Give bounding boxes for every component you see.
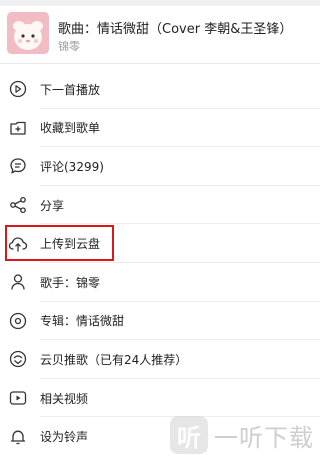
recommend-icon bbox=[8, 349, 28, 369]
menu-item-share[interactable]: 分享 bbox=[0, 186, 320, 225]
menu-item-label: 评论(3299) bbox=[40, 159, 104, 174]
album-icon bbox=[8, 311, 28, 331]
bell-icon bbox=[8, 427, 28, 447]
menu-item-label: 专辑：情话微甜 bbox=[40, 314, 125, 329]
menu-item-play-next[interactable]: 下一首播放 bbox=[0, 70, 320, 109]
watermark-text: 一听下载 bbox=[214, 423, 314, 452]
menu-item-recommend[interactable]: 云贝推歌（已有24人推荐） bbox=[0, 340, 320, 379]
play-next-icon bbox=[8, 79, 28, 99]
menu-item-label: 相关视频 bbox=[40, 391, 89, 406]
album-cover bbox=[7, 12, 49, 54]
menu-item-label: 下一首播放 bbox=[40, 82, 101, 97]
song-title: 歌曲：情话微甜（Cover 李朝&王圣锋） bbox=[58, 22, 293, 37]
share-icon bbox=[8, 195, 28, 215]
song-artist: 锦零 bbox=[58, 40, 80, 53]
comment-icon bbox=[8, 156, 28, 176]
song-options-menu: 下一首播放 收藏到歌单 评论(3299) 分享 上传到云盘 歌手：锦零 专辑：情… bbox=[0, 70, 320, 456]
highlight-annotation-box bbox=[5, 225, 114, 261]
video-icon bbox=[8, 388, 28, 408]
menu-item-label: 设为铃声 bbox=[40, 430, 89, 445]
menu-item-comments[interactable]: 评论(3299) bbox=[0, 147, 320, 186]
add-to-playlist-icon bbox=[8, 118, 28, 138]
menu-item-label: 歌手：锦零 bbox=[40, 275, 101, 290]
menu-item-add-to-playlist[interactable]: 收藏到歌单 bbox=[0, 109, 320, 148]
menu-item-album[interactable]: 专辑：情话微甜 bbox=[0, 302, 320, 341]
menu-item-label: 分享 bbox=[40, 198, 65, 213]
menu-item-label: 收藏到歌单 bbox=[40, 121, 101, 136]
menu-item-label: 云贝推歌（已有24人推荐） bbox=[40, 352, 188, 367]
watermark: 听 一听下载 bbox=[170, 412, 320, 458]
menu-item-singer[interactable]: 歌手：锦零 bbox=[0, 263, 320, 302]
watermark-logo: 听 bbox=[170, 416, 208, 454]
song-header: 歌曲：情话微甜（Cover 李朝&王圣锋） 锦零 bbox=[0, 6, 320, 64]
cover-art-icon bbox=[7, 12, 49, 54]
singer-icon bbox=[8, 272, 28, 292]
